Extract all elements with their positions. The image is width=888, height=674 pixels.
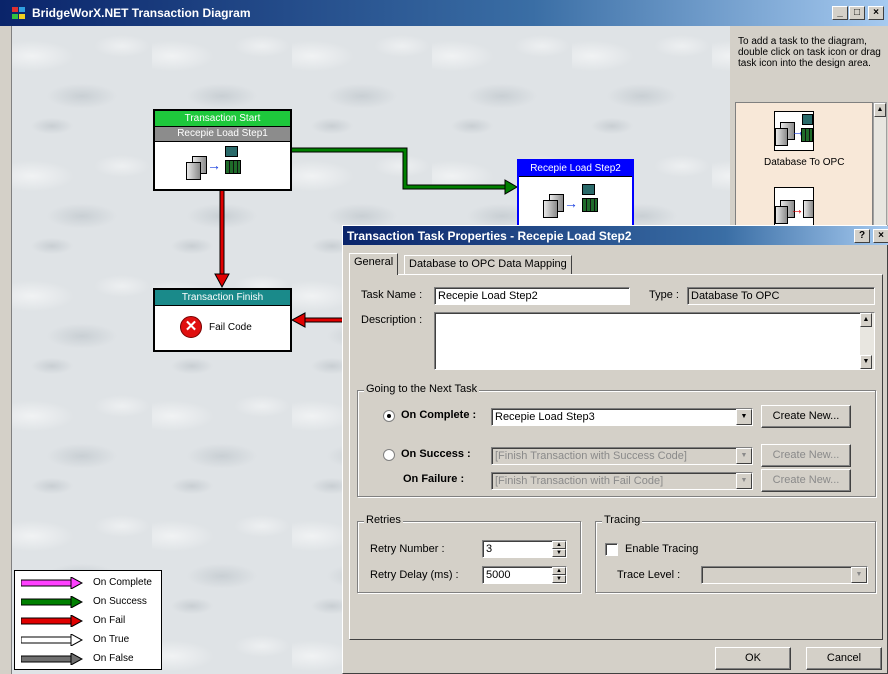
trace-level-select[interactable]: ▼ [701, 566, 868, 584]
retry-delay-label: Retry Delay (ms) : [370, 569, 459, 581]
task-properties-dialog: Transaction Task Properties - Recepie Lo… [342, 225, 888, 674]
scroll-up-button[interactable]: ▲ [874, 103, 886, 117]
scroll-up-button[interactable]: ▲ [860, 313, 872, 327]
create-new-complete-button[interactable]: Create New... [761, 405, 851, 428]
on-complete-radio[interactable] [383, 410, 395, 422]
retries-group: Retries Retry Number : 3 ▲ ▼ Retry Delay … [357, 514, 581, 593]
dialog-title: Transaction Task Properties - Recepie Lo… [347, 229, 632, 243]
next-task-group-title: Going to the Next Task [364, 383, 480, 395]
scroll-down-button[interactable]: ▼ [860, 355, 872, 369]
description-field[interactable] [434, 312, 875, 370]
tool-label: Database To OPC [764, 157, 845, 168]
on-success-value: [Finish Transaction with Success Code] [495, 450, 687, 462]
retry-number-spinner[interactable]: 3 ▲ ▼ [482, 540, 567, 558]
enable-tracing-checkbox[interactable] [605, 543, 618, 556]
fail-icon: ✕ [180, 316, 202, 338]
retry-delay-value: 5000 [486, 569, 511, 581]
db-to-opc-tool-icon[interactable]: → [774, 111, 814, 151]
legend: On Complete On Success On Fail On True O… [14, 570, 162, 670]
legend-arrow-icon [20, 614, 84, 628]
task-name-field[interactable]: Recepie Load Step2 [434, 287, 630, 305]
spinner-arrows-icon[interactable]: ▲ ▼ [552, 541, 566, 557]
create-new-failure-button[interactable]: Create New... [761, 469, 851, 492]
node-header: Transaction Start [155, 111, 290, 127]
tracing-group-title: Tracing [602, 514, 643, 526]
tab-data-mapping[interactable]: Database to OPC Data Mapping [404, 255, 572, 275]
legend-arrow-icon [20, 633, 84, 647]
legend-item: On Success [20, 595, 147, 610]
tab-general[interactable]: General [349, 253, 399, 275]
description-label: Description : [361, 314, 423, 326]
on-success-radio[interactable] [383, 449, 395, 461]
retry-delay-spinner[interactable]: 5000 ▲ ▼ [482, 566, 567, 584]
on-failure-value: [Finish Transaction with Fail Code] [495, 475, 664, 487]
dialog-close-button[interactable]: × [873, 229, 888, 243]
on-success-label: On Success : [401, 448, 471, 460]
node-header: Transaction Finish [155, 290, 290, 306]
type-label: Type : [649, 289, 679, 301]
transaction-finish-node[interactable]: Transaction Finish ✕ Fail Code [153, 288, 292, 352]
cancel-button[interactable]: Cancel [806, 647, 882, 670]
on-complete-value: Recepie Load Step3 [495, 411, 595, 423]
legend-item: On False [20, 652, 134, 667]
on-failure-select[interactable]: [Finish Transaction with Fail Code] ▼ [491, 472, 753, 490]
retry-number-value: 3 [486, 543, 493, 555]
success-connector[interactable] [290, 147, 518, 195]
node-header: Recepie Load Step2 [519, 161, 632, 177]
legend-item: On Fail [20, 614, 125, 629]
on-complete-label: On Complete : [401, 409, 477, 421]
description-scrollbar[interactable]: ▲ ▼ [860, 313, 874, 369]
db-to-opc-icon: → [519, 178, 632, 224]
transaction-start-node[interactable]: Transaction Start Recepie Load Step1 → [153, 109, 292, 191]
legend-arrow-icon [20, 595, 84, 609]
dialog-title-bar[interactable]: Transaction Task Properties - Recepie Lo… [343, 226, 888, 245]
ok-button[interactable]: OK [715, 647, 791, 670]
fail-code-label: Fail Code [209, 322, 252, 333]
toolbox-hint: To add a task to the diagram, double cli… [738, 36, 881, 69]
fail-connector-left[interactable] [290, 312, 342, 328]
db-to-db-tool-icon[interactable]: → [774, 187, 814, 227]
enable-tracing-label: Enable Tracing [625, 543, 699, 555]
legend-arrow-icon [20, 652, 84, 666]
fail-connector-down[interactable] [214, 190, 230, 289]
on-complete-select[interactable]: Recepie Load Step3 ▼ [491, 408, 753, 426]
db-to-opc-icon: → [155, 144, 290, 189]
node-subheader: Recepie Load Step1 [155, 127, 290, 142]
legend-item: On True [20, 633, 129, 648]
tracing-group: Tracing Enable Tracing Trace Level : ▼ [595, 514, 876, 593]
legend-arrow-icon [20, 576, 84, 590]
next-task-group: Going to the Next Task On Complete : Rec… [357, 383, 876, 497]
step2-node[interactable]: Recepie Load Step2 → [517, 159, 634, 227]
chevron-down-icon[interactable]: ▼ [851, 567, 867, 583]
general-tab-panel: Task Name : Recepie Load Step2 Type : Da… [349, 274, 883, 640]
type-field: Database To OPC [687, 287, 875, 305]
trace-level-label: Trace Level : [617, 569, 681, 581]
spinner-arrows-icon[interactable]: ▲ ▼ [552, 567, 566, 583]
task-name-label: Task Name : [361, 289, 423, 301]
chevron-down-icon[interactable]: ▼ [736, 409, 752, 425]
chevron-down-icon[interactable]: ▼ [736, 473, 752, 489]
legend-item: On Complete [20, 576, 152, 591]
help-button[interactable]: ? [854, 229, 870, 243]
on-success-select[interactable]: [Finish Transaction with Success Code] ▼ [491, 447, 753, 465]
retries-group-title: Retries [364, 514, 403, 526]
chevron-down-icon[interactable]: ▼ [736, 448, 752, 464]
create-new-success-button[interactable]: Create New... [761, 444, 851, 467]
on-failure-label: On Failure : [403, 473, 465, 485]
retry-number-label: Retry Number : [370, 543, 445, 555]
